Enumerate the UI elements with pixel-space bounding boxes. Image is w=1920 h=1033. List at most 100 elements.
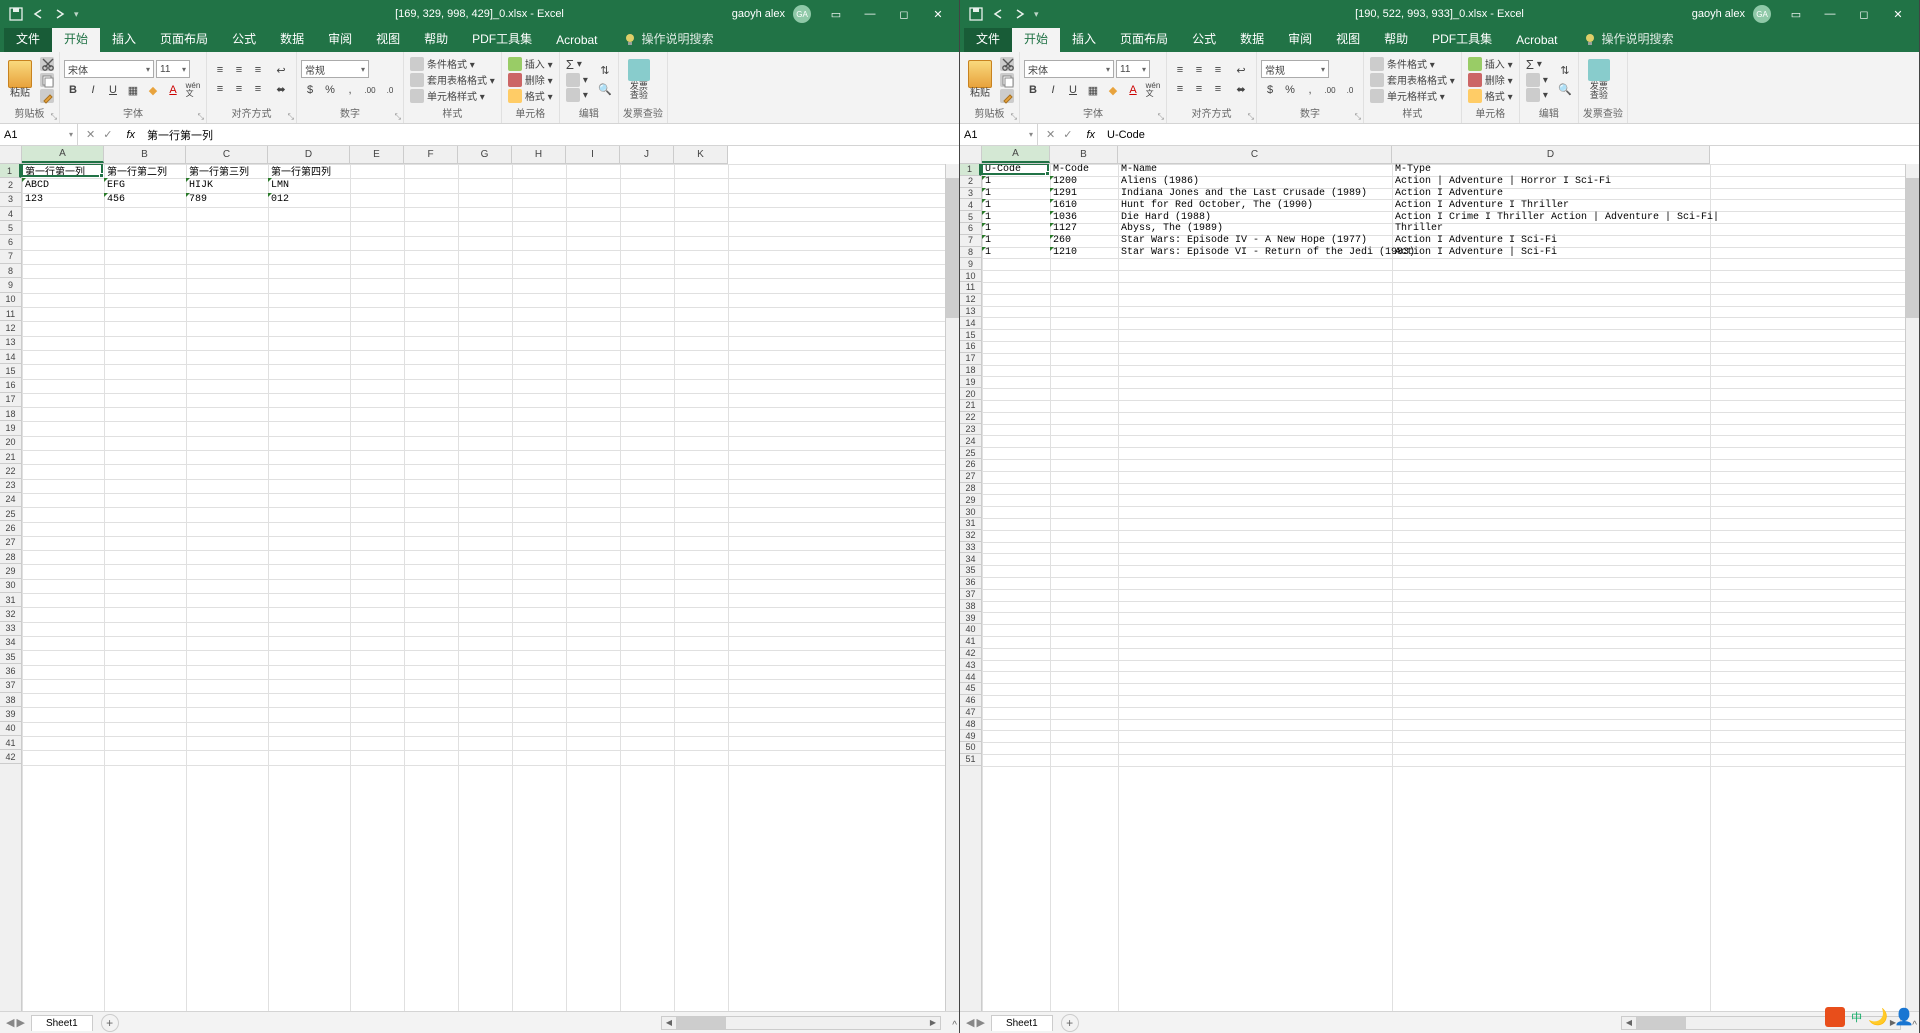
row-header[interactable]: 45	[960, 683, 981, 695]
menu-Acrobat[interactable]: Acrobat	[544, 29, 609, 52]
row-header[interactable]: 28	[0, 550, 21, 564]
row-header[interactable]: 3	[960, 188, 981, 200]
comma-button[interactable]: ,	[341, 81, 359, 99]
row-header[interactable]: 13	[0, 336, 21, 350]
cut-icon[interactable]	[1000, 57, 1014, 71]
align-button[interactable]: ≡	[1190, 80, 1208, 98]
user-avatar[interactable]: GA	[1753, 5, 1771, 23]
minimize-button[interactable]: —	[1813, 0, 1847, 28]
undo-icon[interactable]	[990, 6, 1006, 22]
row-header[interactable]: 8	[960, 247, 981, 259]
menu-审阅[interactable]: 审阅	[1276, 26, 1324, 52]
copy-icon[interactable]	[40, 73, 54, 87]
col-header[interactable]: D	[1392, 146, 1710, 163]
font-launcher[interactable]: ⤡	[1158, 112, 1164, 122]
row-header[interactable]: 26	[960, 459, 981, 471]
fill-button[interactable]: ▾	[564, 73, 590, 87]
close-button[interactable]: ✕	[921, 0, 955, 28]
align-launcher[interactable]: ⤡	[288, 112, 294, 122]
row-header[interactable]: 37	[960, 589, 981, 601]
row-header[interactable]: 12	[0, 321, 21, 335]
menu-PDF工具集[interactable]: PDF工具集	[460, 26, 544, 52]
col-header[interactable]: C	[1118, 146, 1392, 163]
cond-format-button[interactable]: 条件格式 ▾	[408, 56, 497, 71]
row-header[interactable]: 22	[960, 412, 981, 424]
minimize-button[interactable]: —	[853, 0, 887, 28]
cell-grid[interactable]: U-CodeM-CodeM-NameM-Type11200Aliens (198…	[982, 164, 1919, 1011]
row-header[interactable]: 48	[960, 718, 981, 730]
col-header[interactable]: B	[1050, 146, 1118, 163]
menu-数据[interactable]: 数据	[1228, 26, 1276, 52]
format-painter-icon[interactable]	[1000, 89, 1014, 103]
row-header[interactable]: 20	[0, 436, 21, 450]
cell[interactable]: Action I Adventure I Thriller	[1393, 199, 1571, 211]
row-header[interactable]: 10	[0, 293, 21, 307]
phonetic-button[interactable]: wén文	[1144, 81, 1162, 99]
row-header[interactable]: 14	[0, 350, 21, 364]
align-button[interactable]: ≡	[211, 80, 229, 98]
redo-icon[interactable]	[1012, 6, 1028, 22]
cell[interactable]: Die Hard (1988)	[1119, 211, 1213, 223]
paste-button[interactable]: 粘贴	[4, 58, 36, 101]
menu-开始[interactable]: 开始	[52, 26, 100, 52]
row-header[interactable]: 25	[960, 447, 981, 459]
phonetic-button[interactable]: wén文	[184, 81, 202, 99]
row-header[interactable]: 32	[0, 607, 21, 621]
table-format-button[interactable]: 套用表格格式 ▾	[1368, 72, 1457, 87]
menu-帮助[interactable]: 帮助	[1372, 26, 1420, 52]
align-button[interactable]: ≡	[230, 61, 248, 79]
qat-customize-icon[interactable]: ▾	[1034, 9, 1039, 20]
row-header[interactable]: 18	[960, 365, 981, 377]
col-header[interactable]: G	[458, 146, 512, 163]
wrap-text-button[interactable]: ↩	[272, 61, 290, 79]
row-header[interactable]: 40	[0, 722, 21, 736]
format-cells-button[interactable]: 格式 ▾	[506, 88, 555, 103]
row-header[interactable]: 5	[960, 211, 981, 223]
collapse-ribbon-button[interactable]: ^	[952, 1020, 957, 1031]
row-header[interactable]: 7	[0, 250, 21, 264]
row-header[interactable]: 36	[960, 577, 981, 589]
cell[interactable]: 第一行第四列	[269, 164, 333, 178]
row-header[interactable]: 41	[960, 636, 981, 648]
row-header[interactable]: 39	[960, 612, 981, 624]
row-header[interactable]: 7	[960, 235, 981, 247]
cell[interactable]: EFG	[105, 178, 127, 192]
row-header[interactable]: 28	[960, 483, 981, 495]
col-header[interactable]: A	[22, 146, 104, 163]
formula-bar[interactable]: 第一行第一列	[141, 127, 959, 143]
invoice-button[interactable]: 发票 查验	[1583, 57, 1615, 102]
col-header[interactable]: H	[512, 146, 566, 163]
number-format-combo[interactable]: 常规▾	[1261, 60, 1329, 78]
vertical-scrollbar[interactable]	[1905, 164, 1919, 1011]
row-header[interactable]: 51	[960, 754, 981, 766]
row-header[interactable]: 26	[0, 521, 21, 535]
cell[interactable]: 260	[1051, 235, 1073, 247]
row-header[interactable]: 40	[960, 624, 981, 636]
bold-button[interactable]: B	[64, 81, 82, 99]
sort-filter-button[interactable]: ⇅	[1556, 61, 1574, 79]
row-header[interactable]: 29	[960, 494, 981, 506]
select-all-corner[interactable]	[0, 146, 22, 164]
row-header[interactable]: 11	[960, 282, 981, 294]
underline-button[interactable]: U	[1064, 81, 1082, 99]
font-name-combo[interactable]: 宋体▾	[1024, 60, 1114, 78]
row-header[interactable]: 21	[960, 400, 981, 412]
row-header[interactable]: 47	[960, 707, 981, 719]
row-header[interactable]: 6	[960, 223, 981, 235]
fill-color-button[interactable]: ◆	[144, 81, 162, 99]
menu-文件[interactable]: 文件	[4, 26, 52, 52]
qat-customize-icon[interactable]: ▾	[74, 9, 79, 20]
row-header[interactable]: 38	[0, 693, 21, 707]
sheet-nav-next[interactable]: ▶	[976, 1016, 984, 1029]
format-painter-icon[interactable]	[40, 89, 54, 103]
align-button[interactable]: ≡	[249, 61, 267, 79]
cell[interactable]: LMN	[269, 178, 291, 192]
cell[interactable]: M-Code	[1051, 164, 1091, 176]
insert-cells-button[interactable]: 插入 ▾	[1466, 56, 1515, 71]
menu-公式[interactable]: 公式	[220, 26, 268, 52]
row-header[interactable]: 33	[960, 542, 981, 554]
menu-帮助[interactable]: 帮助	[412, 26, 460, 52]
italic-button[interactable]: I	[84, 81, 102, 99]
row-header[interactable]: 6	[0, 235, 21, 249]
row-header[interactable]: 42	[960, 648, 981, 660]
